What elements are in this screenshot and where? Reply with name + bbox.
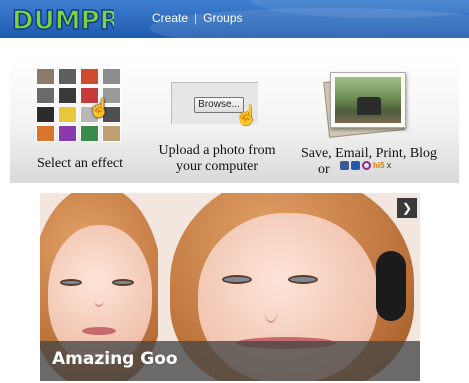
effect-thumbnail[interactable] [36,68,55,85]
share-service-icons: hi5 x [340,161,391,170]
hand-cursor-icon: ☝ [88,98,111,118]
step-label-line: Upload a photo from [158,143,276,158]
logo-text: DUMPR [12,6,114,34]
step-upload-label: Upload a photo from your computer [150,143,284,175]
effect-thumbnail[interactable] [58,68,77,85]
dumpr-logo[interactable]: DUMPR [10,4,114,34]
effect-thumbnail[interactable] [102,68,121,85]
main-nav: Create | Groups [152,11,243,25]
effect-thumbnail[interactable] [36,87,55,104]
photo-stack-illustration [322,70,408,138]
nav-separator: | [194,11,198,25]
top-header: DUMPR Create | Groups [0,0,469,38]
hi5-icon[interactable]: hi5 [373,161,385,170]
step-select-effect-label: Select an effect [26,156,134,172]
xanga-icon[interactable]: x [387,161,392,170]
effect-thumbnail-grid[interactable]: ☝ [36,68,122,142]
effect-thumbnail[interactable] [58,87,77,104]
effect-thumbnail[interactable] [36,106,55,123]
hand-cursor-icon: ☝ [234,105,259,127]
nav-groups[interactable]: Groups [203,11,242,25]
effect-thumbnail[interactable] [36,125,55,142]
next-slide-button[interactable]: ❯ [397,198,417,218]
step-label-line: your computer [175,159,259,174]
effect-thumbnail[interactable] [80,68,99,85]
effect-thumbnail[interactable] [58,106,77,123]
facebook-icon[interactable] [340,161,349,170]
step-label-line: Save, Email, Print, Blog [300,146,438,161]
orkut-icon[interactable] [362,161,371,170]
effect-thumbnail[interactable] [80,125,99,142]
myspace-icon[interactable] [351,161,360,170]
slide-caption: Amazing Goo [52,349,178,369]
effect-thumbnail[interactable] [102,125,121,142]
effect-slideshow[interactable]: Amazing Goo [40,193,420,381]
nav-create[interactable]: Create [152,11,188,25]
photo-front [330,72,406,128]
headset-graphic [376,251,406,321]
step-label-line: Select an effect [36,156,124,171]
slide-caption-bar: Amazing Goo [40,341,420,381]
effect-thumbnail[interactable] [58,125,77,142]
